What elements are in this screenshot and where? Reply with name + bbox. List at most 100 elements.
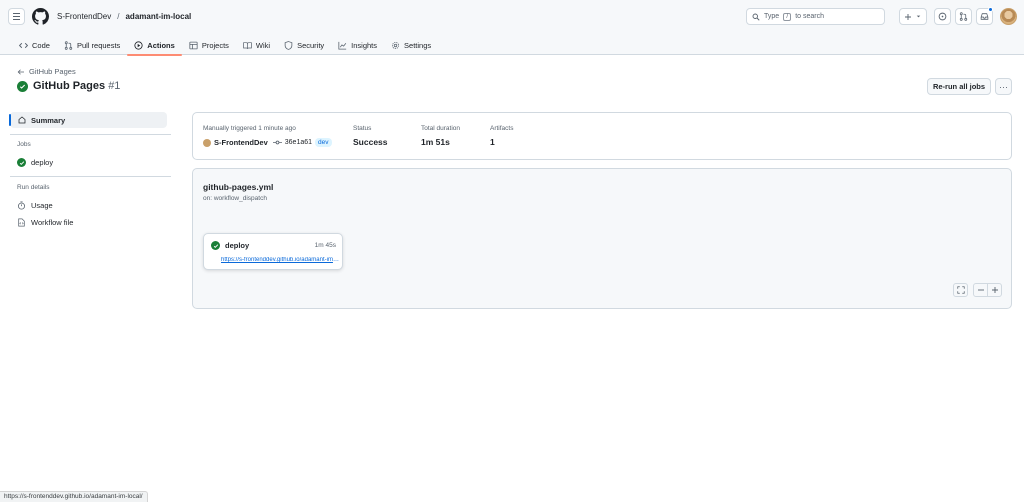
trigger-info: S-FrontendDev 36e1a61 dev	[203, 138, 332, 147]
back-link-label: GitHub Pages	[29, 67, 76, 76]
tab-label: Actions	[147, 41, 175, 50]
run-title-text: GitHub Pages	[33, 80, 106, 92]
commit-icon	[272, 140, 282, 145]
tab-actions[interactable]: Actions	[127, 36, 182, 56]
tab-insights[interactable]: Insights	[331, 36, 384, 55]
commit-sha[interactable]: 36e1a61	[285, 139, 312, 146]
status-value: Success	[353, 137, 388, 147]
artifacts-value[interactable]: 1	[490, 137, 495, 147]
sidebar-item-label: Summary	[31, 115, 66, 125]
sidebar-item-label: deploy	[31, 158, 54, 167]
success-check-icon	[17, 80, 28, 92]
create-new-button[interactable]	[899, 8, 927, 25]
code-icon	[19, 42, 28, 49]
fullscreen-button[interactable]	[953, 283, 968, 297]
issue-icon	[938, 12, 947, 21]
tab-label: Code	[32, 41, 50, 50]
pull-request-icon	[959, 12, 968, 21]
breadcrumb-separator: /	[117, 12, 120, 21]
duration-value: 1m 51s	[421, 137, 450, 147]
job-duration: 1m 45s	[314, 242, 336, 249]
workflow-graph: github-pages.yml on: workflow_dispatch d…	[192, 168, 1012, 309]
sidebar-item-label: Workflow file	[31, 218, 74, 227]
menu-icon[interactable]	[8, 8, 25, 25]
search-icon	[752, 13, 760, 21]
user-avatar	[203, 138, 211, 147]
back-link[interactable]: GitHub Pages	[17, 67, 76, 76]
rerun-all-jobs-button[interactable]: Re-run all jobs	[927, 78, 991, 95]
repo-link[interactable]: adamant-im-local	[125, 12, 191, 21]
zoom-in-button[interactable]	[987, 283, 1002, 297]
graph-icon	[338, 41, 347, 50]
tab-settings[interactable]: Settings	[384, 36, 438, 55]
notification-badge	[988, 7, 993, 12]
tab-label: Settings	[404, 41, 432, 50]
search-suffix: to search	[795, 13, 824, 20]
artifacts-label: Artifacts	[490, 125, 514, 132]
tab-code[interactable]: Code	[12, 36, 57, 55]
branch-badge[interactable]: dev	[315, 138, 332, 147]
issues-button[interactable]	[934, 8, 951, 25]
pull-requests-button[interactable]	[955, 8, 972, 25]
sidebar-item-deploy[interactable]: deploy	[17, 158, 53, 167]
job-card-deploy[interactable]: deploy 1m 45s https://s-frontenddev.gith…	[203, 233, 343, 270]
owner-link[interactable]: S-FrontendDev	[57, 12, 111, 21]
success-check-icon	[211, 241, 220, 250]
sidebar-item-summary[interactable]: Summary	[9, 112, 167, 128]
zoom-out-button[interactable]	[973, 283, 988, 297]
run-title: GitHub Pages #1	[33, 80, 120, 92]
tab-wiki[interactable]: Wiki	[236, 36, 277, 55]
browser-status-bar: https://s-frontenddev.github.io/adamant-…	[0, 491, 148, 502]
search-input[interactable]: Type / to search	[746, 8, 885, 25]
inbox-icon	[980, 13, 989, 20]
sidebar-item-label: Usage	[31, 201, 53, 210]
duration-label: Total duration	[421, 125, 461, 132]
job-name: deploy	[211, 241, 249, 250]
plus-icon	[905, 13, 911, 20]
stopwatch-icon	[18, 201, 25, 210]
page-title: GitHub Pages #1	[17, 80, 120, 92]
trigger-user[interactable]: S-FrontendDev	[214, 138, 268, 147]
minus-icon	[977, 289, 984, 291]
sidebar-divider	[10, 176, 171, 177]
shield-icon	[284, 41, 293, 50]
jobs-heading: Jobs	[17, 141, 31, 148]
tab-label: Security	[297, 41, 325, 50]
run-summary-card: Manually triggered 1 minute ago S-Fronte…	[192, 112, 1012, 160]
run-number: #1	[108, 80, 121, 92]
tab-projects[interactable]: Projects	[182, 36, 236, 55]
chevron-down-icon	[916, 15, 921, 18]
home-icon	[18, 116, 26, 124]
avatar[interactable]	[1000, 8, 1017, 25]
tab-label: Pull requests	[76, 41, 121, 50]
sidebar-item-workflow-file[interactable]: Workflow file	[17, 218, 73, 227]
tab-label: Wiki	[255, 41, 271, 50]
workflow-trigger: on: workflow_dispatch	[203, 195, 267, 202]
tab-security[interactable]: Security	[277, 36, 331, 55]
trigger-label: Manually triggered 1 minute ago	[203, 125, 296, 132]
fullscreen-icon	[956, 286, 965, 294]
search-shortcut-key: /	[783, 12, 792, 21]
file-code-icon	[18, 218, 25, 227]
more-options-button[interactable]: ···	[995, 78, 1012, 95]
github-logo-icon[interactable]	[32, 8, 49, 25]
search-prefix: Type	[764, 13, 780, 20]
deployment-link[interactable]: https://s-frontenddev.github.io/adamant-…	[221, 257, 339, 263]
workflow-file-name: github-pages.yml	[203, 182, 274, 192]
sidebar-item-usage[interactable]: Usage	[17, 201, 53, 210]
breadcrumb: S-FrontendDev / adamant-im-local	[57, 12, 191, 21]
sidebar-divider	[10, 134, 171, 135]
gear-icon	[392, 42, 400, 49]
plus-icon	[991, 287, 998, 293]
tab-label: Projects	[201, 41, 229, 50]
arrow-left-icon	[17, 68, 24, 75]
tab-pull-requests[interactable]: Pull requests	[57, 36, 127, 55]
repo-tabs: Code Pull requests Actions Projects Wiki…	[12, 36, 438, 56]
app-header: S-FrontendDev / adamant-im-local Type / …	[0, 0, 1024, 56]
book-icon	[243, 42, 252, 49]
play-icon	[134, 41, 143, 50]
table-icon	[189, 41, 198, 50]
pull-request-icon	[64, 41, 73, 50]
success-check-icon	[17, 158, 26, 167]
run-details-heading: Run details	[17, 184, 50, 191]
